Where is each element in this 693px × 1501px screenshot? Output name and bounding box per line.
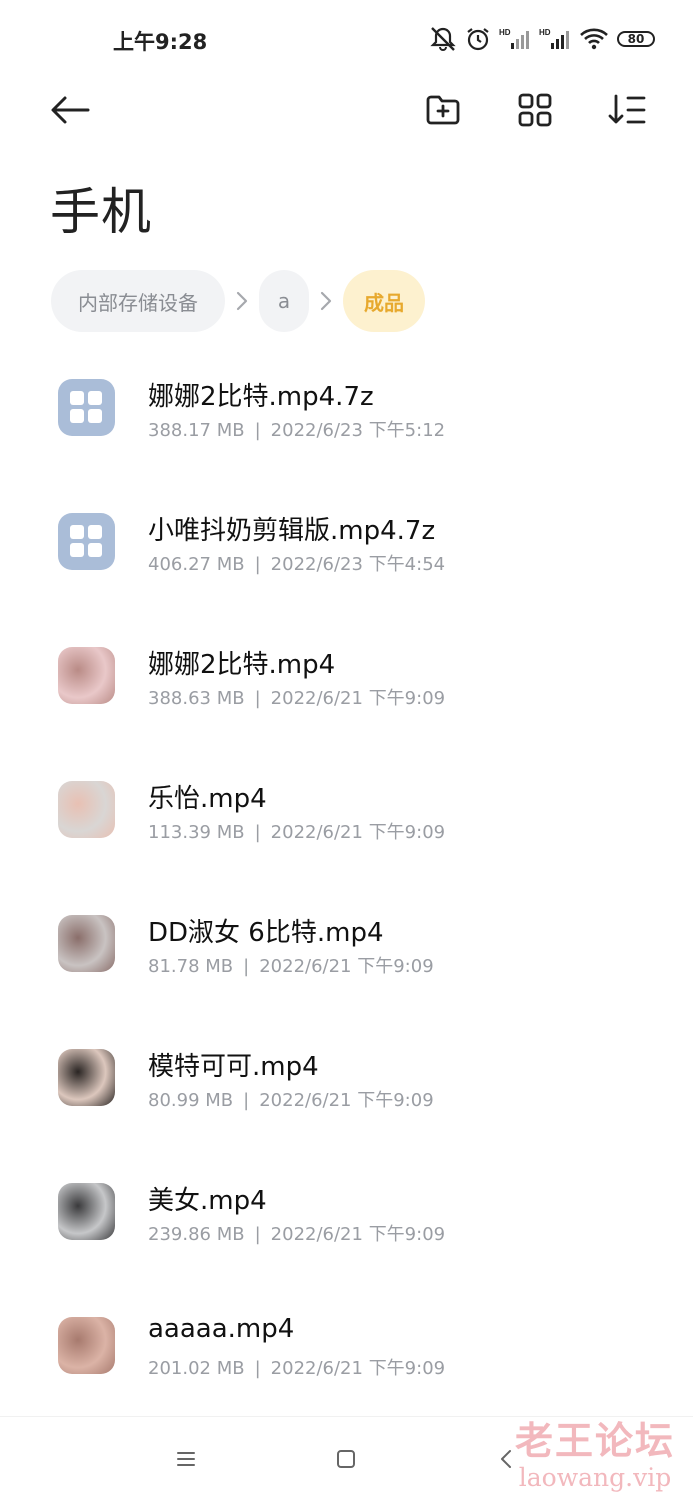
file-date: 2022/6/21 下午9:09 — [270, 1358, 446, 1379]
file-size: 201.02 MB — [148, 1358, 245, 1379]
file-meta: 388.63 MB | 2022/6/21 下午9:09 — [148, 684, 445, 710]
status-time: 上午9:28 — [113, 30, 208, 54]
file-date: 2022/6/21 下午9:09 — [259, 956, 434, 977]
file-size: 406.27 MB — [148, 554, 245, 575]
file-date: 2022/6/23 下午5:12 — [270, 420, 446, 441]
file-name: aaaaa.mp4 — [148, 1314, 295, 1344]
meta-separator: | — [254, 1224, 261, 1245]
list-item[interactable]: DD淑女 6比特.mp4 81.78 MB | 2022/6/21 下午9:09 — [0, 890, 693, 1024]
file-date: 2022/6/21 下午9:09 — [259, 1090, 434, 1111]
sort-button[interactable] — [599, 78, 655, 142]
meta-separator: | — [254, 1358, 261, 1379]
file-name: 娜娜2比特.mp4.7z — [148, 382, 374, 412]
file-meta: 239.86 MB | 2022/6/21 下午9:09 — [148, 1220, 445, 1246]
video-thumbnail — [58, 1183, 115, 1240]
file-date: 2022/6/21 下午9:09 — [270, 1224, 446, 1245]
signal-hd-icon: HD — [539, 27, 571, 51]
list-item[interactable]: 娜娜2比特.mp4.7z 388.17 MB | 2022/6/23 下午5:12 — [0, 354, 693, 488]
archive-file-icon — [58, 379, 115, 436]
home-square-icon — [337, 1450, 355, 1468]
file-name: 小唯抖奶剪辑版.mp4.7z — [148, 516, 436, 546]
wifi-icon — [579, 27, 609, 51]
breadcrumb-item-a[interactable]: a — [259, 270, 309, 332]
video-thumbnail — [58, 647, 115, 704]
file-size: 388.17 MB — [148, 420, 245, 441]
toolbar — [0, 78, 693, 142]
watermark: 老王论坛 laowang.vip — [505, 1410, 685, 1492]
chevron-right-icon — [225, 291, 259, 311]
watermark-sub: laowang.vip — [518, 1463, 672, 1492]
file-meta: 113.39 MB | 2022/6/21 下午9:09 — [148, 818, 445, 844]
status-bar: 上午9:28 HD HD 80 — [0, 0, 693, 80]
menu-icon — [177, 1452, 195, 1466]
meta-separator: | — [254, 688, 261, 709]
video-thumbnail — [58, 915, 115, 972]
file-date: 2022/6/21 下午9:09 — [270, 688, 446, 709]
battery-icon: 80 — [617, 31, 655, 47]
new-folder-button[interactable] — [415, 78, 471, 142]
signal-hd-icon: HD — [499, 27, 531, 51]
home-button[interactable] — [326, 1439, 366, 1479]
file-size: 81.78 MB — [148, 956, 234, 977]
file-name: 模特可可.mp4 — [148, 1052, 319, 1082]
file-meta: 406.27 MB | 2022/6/23 下午4:54 — [148, 550, 445, 576]
back-button[interactable] — [42, 78, 98, 142]
new-folder-icon — [426, 95, 460, 125]
meta-separator: | — [243, 956, 250, 977]
file-size: 80.99 MB — [148, 1090, 234, 1111]
grid-view-button[interactable] — [507, 78, 563, 142]
list-item[interactable]: 乐怡.mp4 113.39 MB | 2022/6/21 下午9:09 — [0, 756, 693, 890]
file-list: 娜娜2比特.mp4.7z 388.17 MB | 2022/6/23 下午5:12 … — [0, 354, 693, 1426]
meta-separator: | — [254, 822, 261, 843]
mute-icon — [429, 26, 457, 52]
status-icons: HD HD 80 — [429, 26, 655, 52]
list-item[interactable]: 小唯抖奶剪辑版.mp4.7z 406.27 MB | 2022/6/23 下午4:5… — [0, 488, 693, 622]
breadcrumb-item-current[interactable]: 成品 — [343, 270, 425, 332]
video-thumbnail — [58, 1049, 115, 1106]
file-name: 娜娜2比特.mp4 — [148, 650, 336, 680]
chevron-right-icon — [309, 291, 343, 311]
list-item[interactable]: aaaaa.mp4 201.02 MB | 2022/6/21 下午9:09 — [0, 1292, 693, 1426]
page-title: 手机 — [50, 183, 152, 241]
sort-icon — [608, 94, 646, 124]
file-size: 113.39 MB — [148, 822, 245, 843]
grid-icon — [518, 93, 552, 127]
file-size: 388.63 MB — [148, 688, 245, 709]
svg-text:HD: HD — [499, 28, 511, 37]
meta-separator: | — [254, 420, 261, 441]
file-meta: 201.02 MB | 2022/6/21 下午9:09 — [148, 1354, 445, 1380]
file-meta: 80.99 MB | 2022/6/21 下午9:09 — [148, 1086, 434, 1112]
meta-separator: | — [243, 1090, 250, 1111]
file-name: DD淑女 6比特.mp4 — [148, 918, 384, 948]
video-thumbnail — [58, 1317, 115, 1374]
list-item[interactable]: 娜娜2比特.mp4 388.63 MB | 2022/6/21 下午9:09 — [0, 622, 693, 756]
file-date: 2022/6/23 下午4:54 — [270, 554, 446, 575]
alarm-icon — [465, 26, 491, 52]
archive-file-icon — [58, 513, 115, 570]
file-meta: 81.78 MB | 2022/6/21 下午9:09 — [148, 952, 434, 978]
breadcrumb-item-internal-storage[interactable]: 内部存储设备 — [51, 270, 225, 332]
file-name: 乐怡.mp4 — [148, 784, 267, 814]
list-item[interactable]: 美女.mp4 239.86 MB | 2022/6/21 下午9:09 — [0, 1158, 693, 1292]
video-thumbnail — [58, 781, 115, 838]
back-arrow-icon — [51, 96, 90, 124]
menu-button[interactable] — [166, 1439, 206, 1479]
file-meta: 388.17 MB | 2022/6/23 下午5:12 — [148, 416, 445, 442]
svg-text:HD: HD — [539, 28, 551, 37]
file-name: 美女.mp4 — [148, 1186, 267, 1216]
watermark-main: 老王论坛 — [514, 1418, 675, 1463]
file-date: 2022/6/21 下午9:09 — [270, 822, 446, 843]
list-item[interactable]: 模特可可.mp4 80.99 MB | 2022/6/21 下午9:09 — [0, 1024, 693, 1158]
meta-separator: | — [254, 554, 261, 575]
file-size: 239.86 MB — [148, 1224, 245, 1245]
breadcrumb: 内部存储设备 a 成品 — [51, 270, 425, 332]
